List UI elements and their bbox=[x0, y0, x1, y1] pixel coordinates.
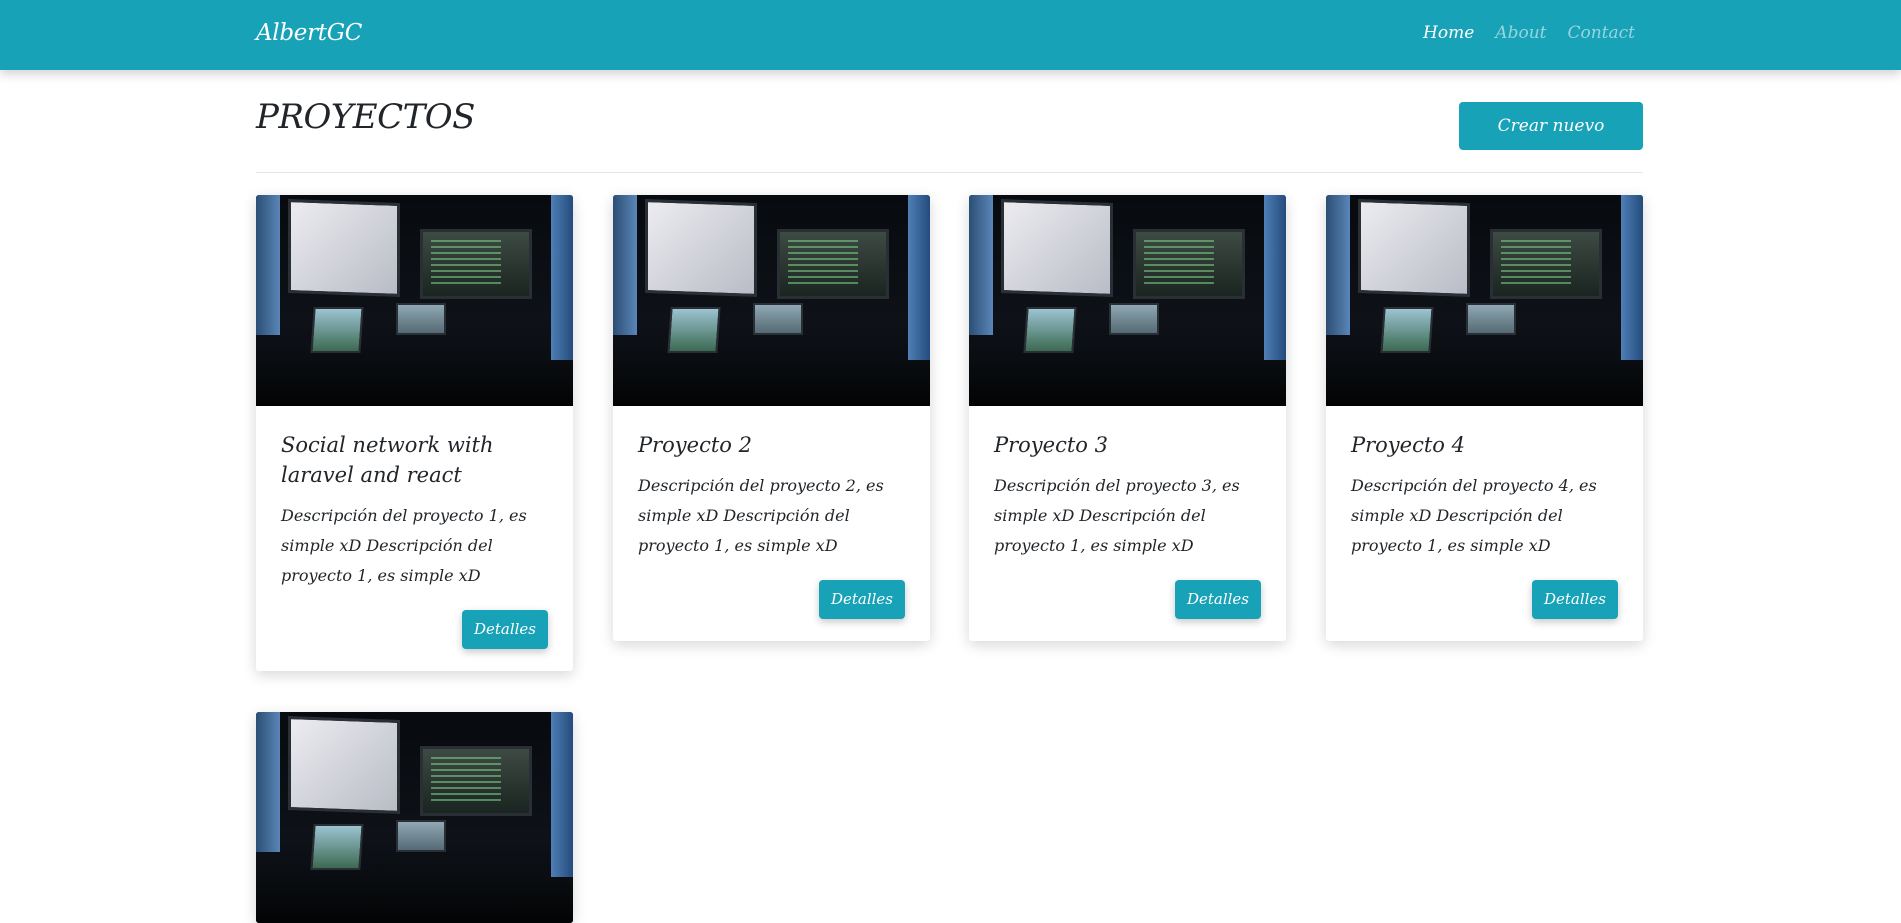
card-body: Social network with laravel and react De… bbox=[256, 406, 573, 671]
details-button[interactable]: Detalles bbox=[461, 610, 548, 649]
project-title: Social network with laravel and react bbox=[281, 433, 494, 487]
project-card: Proyecto 2 Descripción del proyecto 2, e… bbox=[613, 195, 930, 641]
project-image bbox=[613, 195, 930, 406]
create-project-button[interactable]: Crear nuevo proyecto bbox=[1459, 102, 1643, 184]
details-button[interactable]: Detalles bbox=[1531, 580, 1618, 619]
project-card: Social network with laravel and react De… bbox=[256, 195, 573, 671]
project-description: Descripción del proyecto 4, es simple xD… bbox=[1351, 476, 1597, 555]
header-divider bbox=[256, 172, 1643, 173]
card-body: Proyecto 4 Descripción del proyecto 4, e… bbox=[1326, 406, 1643, 641]
nav-link-contact[interactable]: Contact bbox=[1567, 23, 1635, 43]
project-description: Descripción del proyecto 3, es simple xD… bbox=[994, 476, 1240, 555]
card-body: Proyecto 2 Descripción del proyecto 2, e… bbox=[613, 406, 930, 641]
project-description: Descripción del proyecto 1, es simple xD… bbox=[281, 506, 527, 585]
project-description: Descripción del proyecto 2, es simple xD… bbox=[638, 476, 884, 555]
project-image bbox=[256, 195, 573, 406]
page-title: PROYECTOS bbox=[256, 97, 475, 137]
details-button[interactable]: Detalles bbox=[818, 580, 905, 619]
project-title: Proyecto 4 bbox=[1351, 433, 1465, 457]
project-title: Proyecto 3 bbox=[994, 433, 1108, 457]
brand-logo[interactable]: AlbertGC bbox=[256, 20, 362, 46]
top-navbar: AlbertGC Home About Contact bbox=[0, 0, 1901, 70]
project-title: Proyecto 2 bbox=[638, 433, 752, 457]
project-card: Proyecto 4 Descripción del proyecto 4, e… bbox=[1326, 195, 1643, 641]
nav-link-about[interactable]: About bbox=[1495, 23, 1546, 43]
nav-link-home[interactable]: Home bbox=[1423, 23, 1474, 43]
details-button[interactable]: Detalles bbox=[1174, 580, 1261, 619]
project-image bbox=[969, 195, 1286, 406]
project-image bbox=[256, 712, 573, 923]
project-image bbox=[1326, 195, 1643, 406]
nav-links: Home About Contact bbox=[1423, 23, 1635, 43]
card-body: Proyecto 3 Descripción del proyecto 3, e… bbox=[969, 406, 1286, 641]
project-card: Proyecto 3 Descripción del proyecto 3, e… bbox=[969, 195, 1286, 641]
project-card bbox=[256, 712, 573, 923]
